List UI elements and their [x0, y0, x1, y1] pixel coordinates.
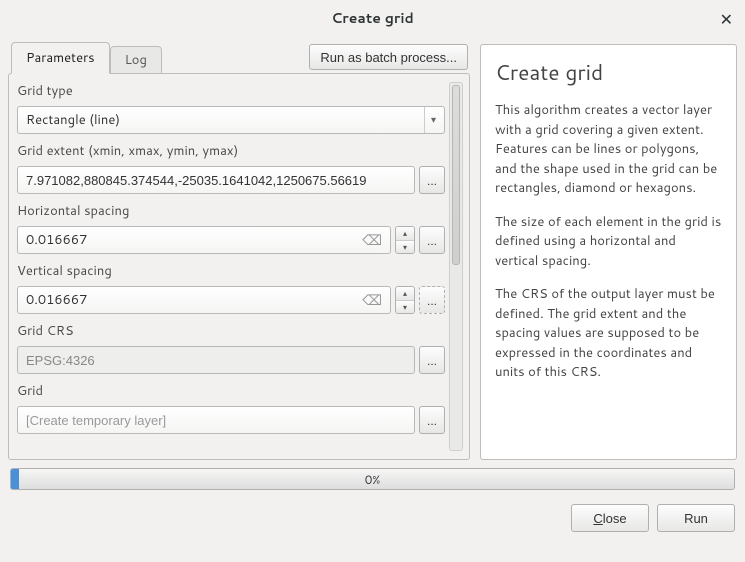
tab-log[interactable]: Log	[110, 46, 162, 74]
left-pane: Parameters Log Run as batch process... G…	[8, 44, 470, 460]
close-icon[interactable]: ✕	[720, 8, 733, 31]
vspacing-options-button[interactable]: ...	[419, 286, 445, 314]
spin-up-icon[interactable]: ▴	[396, 287, 414, 301]
field-grid-output: Grid ...	[17, 382, 445, 434]
field-grid-extent: Grid extent (xmin, xmax, ymin, ymax) ...	[17, 142, 445, 194]
grid-output-input[interactable]	[17, 406, 415, 434]
spin-down-icon[interactable]: ▾	[396, 301, 414, 314]
run-button[interactable]: Run	[657, 504, 735, 532]
chevron-down-icon: ▾	[424, 107, 436, 133]
progress-area: 0%	[0, 460, 745, 490]
vspacing-input[interactable]: 0.016667 ⌫	[17, 286, 391, 314]
grid-type-select[interactable]: Rectangle (line) ▾	[17, 106, 445, 134]
grid-extent-input[interactable]	[17, 166, 415, 194]
grid-type-label: Grid type	[17, 82, 445, 100]
content-area: Parameters Log Run as batch process... G…	[0, 36, 745, 460]
form-scroll: Grid type Rectangle (line) ▾ Grid extent…	[17, 82, 445, 451]
scrollbar[interactable]	[449, 82, 463, 451]
hspacing-input[interactable]: 0.016667 ⌫	[17, 226, 391, 254]
progress-bar: 0%	[10, 468, 735, 490]
dialog-buttons: Close Run	[0, 490, 745, 542]
progress-text: 0%	[11, 469, 734, 489]
tabs: Parameters Log	[11, 44, 162, 74]
grid-extent-label: Grid extent (xmin, xmax, ymin, ymax)	[17, 142, 445, 160]
help-pane: Create grid This algorithm creates a vec…	[480, 44, 737, 460]
field-grid-crs: Grid CRS ...	[17, 322, 445, 374]
field-vspacing: Vertical spacing 0.016667 ⌫ ▴ ▾ ...	[17, 262, 445, 314]
grid-output-label: Grid	[17, 382, 445, 400]
help-paragraph: The size of each element in the grid is …	[495, 213, 722, 272]
hspacing-value: 0.016667	[26, 231, 362, 249]
field-hspacing: Horizontal spacing 0.016667 ⌫ ▴ ▾ ...	[17, 202, 445, 254]
tab-parameters[interactable]: Parameters	[11, 42, 110, 74]
clear-icon[interactable]: ⌫	[362, 230, 382, 250]
grid-crs-input[interactable]	[17, 346, 415, 374]
help-paragraph: The CRS of the output layer must be defi…	[495, 285, 722, 383]
spin-up-icon[interactable]: ▴	[396, 227, 414, 241]
grid-crs-browse-button[interactable]: ...	[419, 346, 445, 374]
scrollbar-thumb[interactable]	[452, 85, 460, 265]
window-title: Create grid	[331, 8, 414, 28]
hspacing-spinner[interactable]: ▴ ▾	[395, 226, 415, 254]
run-batch-button[interactable]: Run as batch process...	[309, 44, 468, 70]
top-row: Parameters Log Run as batch process...	[8, 44, 470, 74]
help-paragraph: This algorithm creates a vector layer wi…	[495, 101, 722, 199]
grid-type-value: Rectangle (line)	[26, 111, 120, 129]
hspacing-label: Horizontal spacing	[17, 202, 445, 220]
hspacing-options-button[interactable]: ...	[419, 226, 445, 254]
grid-crs-label: Grid CRS	[17, 322, 445, 340]
grid-extent-browse-button[interactable]: ...	[419, 166, 445, 194]
clear-icon[interactable]: ⌫	[362, 290, 382, 310]
spin-down-icon[interactable]: ▾	[396, 241, 414, 254]
vspacing-label: Vertical spacing	[17, 262, 445, 280]
close-button[interactable]: Close	[571, 504, 649, 532]
field-grid-type: Grid type Rectangle (line) ▾	[17, 82, 445, 134]
vspacing-value: 0.016667	[26, 291, 362, 309]
parameters-panel: Grid type Rectangle (line) ▾ Grid extent…	[8, 73, 470, 460]
vspacing-spinner[interactable]: ▴ ▾	[395, 286, 415, 314]
help-title: Create grid	[495, 57, 722, 87]
titlebar: Create grid ✕	[0, 0, 745, 36]
grid-output-browse-button[interactable]: ...	[419, 406, 445, 434]
